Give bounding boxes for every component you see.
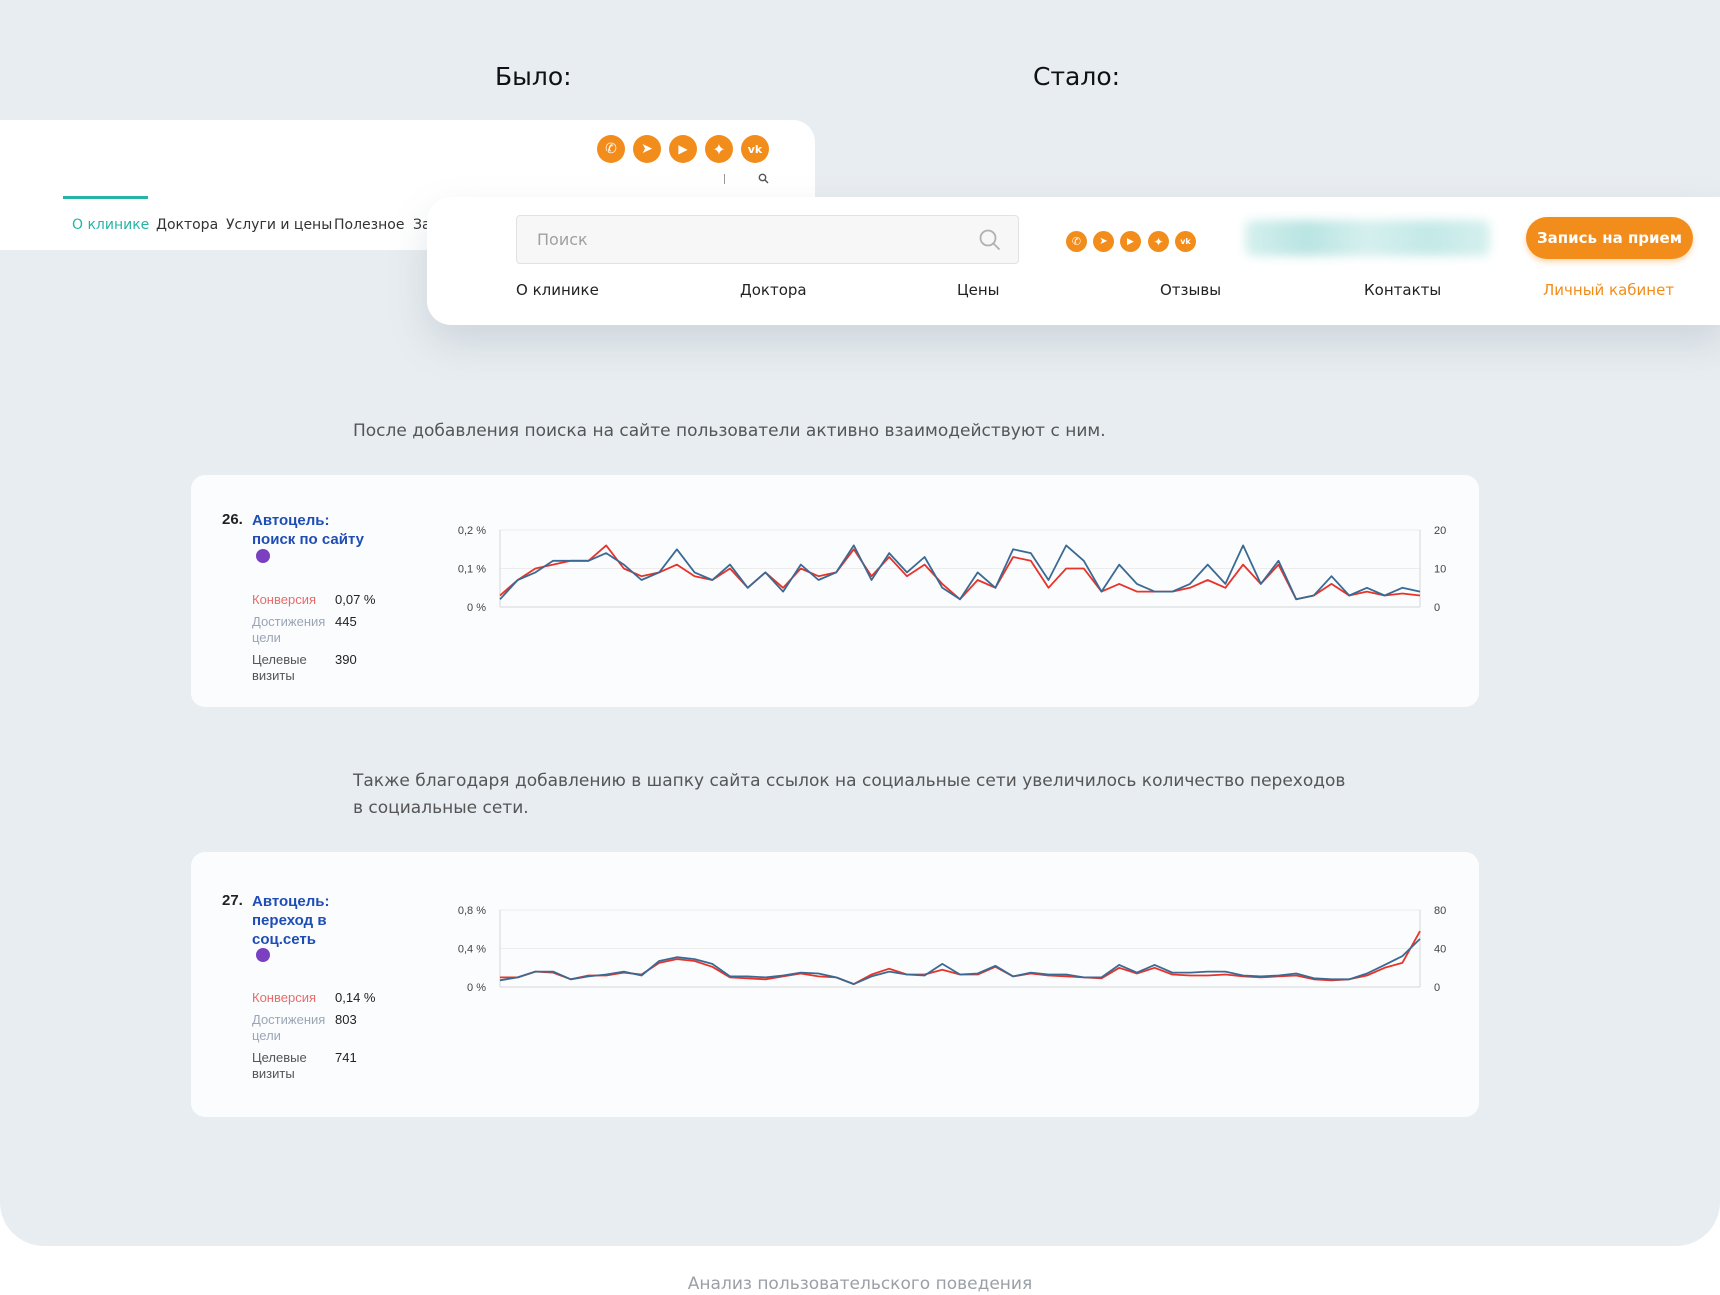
nav-item-prices[interactable]: Цены — [957, 281, 1000, 299]
social-links-text-line: в социальные сети. — [353, 798, 529, 818]
goal-title-line: Автоцель: — [252, 512, 330, 529]
left-tick-label: 0,1 % — [458, 564, 486, 576]
before-nav-active-indicator — [63, 196, 148, 199]
stat-label-line: Целевые — [252, 652, 307, 667]
series-line-visits — [499, 938, 1421, 985]
nav-item-clinic[interactable]: О клинике — [516, 281, 599, 299]
goal-title[interactable]: Автоцель: поиск по сайту — [252, 511, 364, 549]
right-tick-label: 80 — [1434, 905, 1446, 917]
telegram-icon[interactable]: ➤ — [633, 135, 661, 163]
after-heading: Стало: — [1033, 62, 1121, 91]
goal-title-line: Автоцель: — [252, 893, 330, 910]
left-tick-label: 0,2 % — [458, 525, 486, 537]
whatsapp-icon[interactable]: ✆ — [1066, 231, 1087, 252]
stat-value-conversion: 0,14 % — [335, 990, 376, 1005]
telegram-icon[interactable]: ➤ — [1093, 231, 1114, 252]
stat-label-line: визиты — [252, 668, 295, 683]
search-goal-chart: 0 % 0 0,1 % 10 0,2 % 20 — [458, 525, 1446, 614]
search-input[interactable]: Поиск — [516, 215, 1019, 264]
search-usage-text: После добавления поиска на сайте пользов… — [353, 421, 1106, 441]
nav-item-contacts[interactable]: Контакты — [1364, 281, 1441, 299]
right-tick-label: 10 — [1434, 564, 1446, 576]
nav-item-reviews[interactable]: Отзывы — [1160, 281, 1221, 299]
search-goal-icon — [256, 549, 270, 563]
stat-label-conversion: Конверсия — [252, 990, 317, 1005]
vk-icon[interactable]: vk — [1175, 231, 1196, 252]
search-icon[interactable] — [978, 228, 1002, 252]
stat-label-conversion: Конверсия — [252, 592, 317, 607]
goal-title[interactable]: Автоцель: переход в соц.сеть — [252, 892, 329, 949]
stat-label-line: цели — [252, 630, 281, 645]
whatsapp-icon[interactable]: ✆ — [597, 135, 625, 163]
social-links-text: Также благодаря добавлению в шапку сайта… — [353, 768, 1345, 822]
stat-label-visits: Целевые визиты — [252, 652, 307, 684]
stat-label-line: Достижения — [252, 1012, 326, 1027]
zen-icon[interactable]: ✦ — [1148, 231, 1169, 252]
stat-label-achievements: Достижения цели — [252, 1012, 325, 1044]
before-nav-item-doctors[interactable]: Доктора — [156, 217, 218, 233]
left-tick-label: 0,8 % — [458, 905, 486, 917]
phone-number-blurred — [1245, 220, 1490, 256]
before-search-icon[interactable] — [758, 173, 769, 184]
right-tick-label: 0 — [1434, 602, 1440, 614]
zen-icon[interactable]: ✦ — [705, 135, 733, 163]
series-line-conversion — [500, 930, 1421, 985]
stat-label-line: Целевые — [252, 1050, 307, 1065]
left-tick-label: 0 % — [467, 602, 486, 614]
search-placeholder: Поиск — [537, 230, 588, 249]
stat-value-conversion: 0,07 % — [335, 592, 376, 607]
youtube-icon[interactable]: ▶ — [1120, 231, 1141, 252]
stat-label-line: цели — [252, 1028, 281, 1043]
before-nav-item-services[interactable]: Услуги и цены — [226, 217, 332, 233]
stat-value-achievements: 445 — [335, 614, 357, 629]
stat-value-visits: 741 — [335, 1050, 357, 1065]
goal-title-line: переход в — [252, 912, 327, 929]
right-tick-label: 40 — [1434, 944, 1446, 956]
stat-label-visits: Целевые визиты — [252, 1050, 307, 1082]
before-divider — [724, 174, 725, 184]
social-goal-chart: 0 % 0 0,4 % 40 0,8 % 80 — [458, 905, 1446, 994]
before-nav-item-clinic[interactable]: О клинике — [72, 217, 149, 233]
left-tick-label: 0,4 % — [458, 944, 486, 956]
goal-number: 26. — [222, 511, 243, 528]
nav-item-account[interactable]: Личный кабинет — [1543, 281, 1674, 299]
stat-value-achievements: 803 — [335, 1012, 357, 1027]
right-tick-label: 20 — [1434, 525, 1446, 537]
book-appointment-button[interactable]: Запись на прием — [1526, 217, 1693, 259]
nav-item-doctors[interactable]: Доктора — [740, 281, 807, 299]
before-nav-item-useful[interactable]: Полезное — [334, 217, 404, 233]
left-tick-label: 0 % — [467, 982, 486, 994]
youtube-icon[interactable]: ▶ — [669, 135, 697, 163]
right-tick-label: 0 — [1434, 982, 1440, 994]
social-links-text-line: Также благодаря добавлению в шапку сайта… — [353, 771, 1346, 791]
goal-number: 27. — [222, 892, 243, 909]
vk-icon[interactable]: vk — [741, 135, 769, 163]
stat-label-line: Достижения — [252, 614, 326, 629]
before-heading: Было: — [495, 62, 572, 91]
social-goal-icon — [256, 948, 270, 962]
caption: Анализ пользовательского поведения — [687, 1274, 1033, 1294]
goal-title-line: соц.сеть — [252, 931, 316, 948]
stat-value-visits: 390 — [335, 652, 357, 667]
stat-label-achievements: Достижения цели — [252, 614, 325, 646]
goal-title-line: поиск по сайту — [252, 531, 365, 548]
stat-label-line: визиты — [252, 1066, 295, 1081]
series-line-conversion — [499, 544, 1421, 601]
